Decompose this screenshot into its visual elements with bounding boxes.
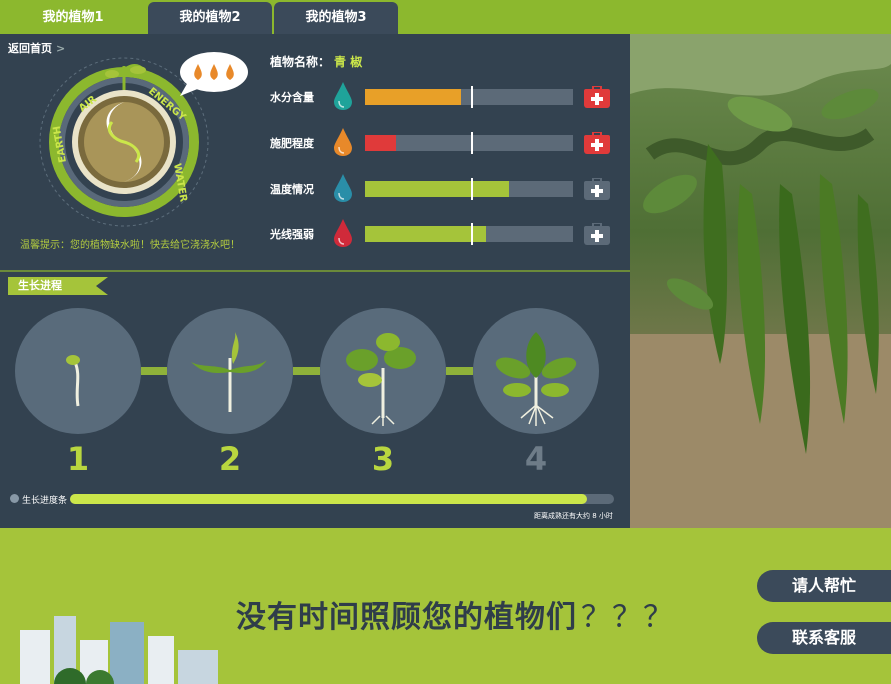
metric-threshold-marker: [471, 223, 474, 245]
tab-bar: 我的植物1 我的植物2 我的植物3: [0, 0, 891, 34]
metric-threshold-marker: [471, 178, 474, 200]
mature-plant-icon: [495, 332, 577, 426]
growth-progress-bar: [70, 494, 614, 504]
plant-name-row: 植物名称：青 椒: [270, 53, 362, 70]
tab-my-plant-2[interactable]: 我的植物2: [148, 2, 272, 34]
promo-headline-suffix: ？？？: [581, 600, 674, 635]
seedling-icon: [191, 332, 267, 412]
growth-section-title: 生长进程: [8, 277, 108, 295]
metric-bar-fill: [365, 135, 397, 151]
stage-connector: [446, 367, 473, 375]
metric-bar: [365, 132, 573, 154]
plant-name-label: 植物名称：: [270, 55, 331, 69]
growth-stage-2[interactable]: [167, 308, 293, 434]
stage-number: 2: [218, 440, 242, 478]
first-aid-kit-icon[interactable]: [584, 178, 610, 200]
first-aid-kit-icon[interactable]: [584, 86, 610, 108]
plant-name-value: 青 椒: [334, 55, 363, 69]
metric-label: 水分含量: [270, 91, 314, 104]
water-drop-icon: [334, 219, 352, 247]
thirst-bubble-icon: [180, 52, 248, 96]
growth-progress-fill: [70, 494, 587, 504]
metric-bar: [365, 223, 573, 245]
metric-threshold-marker: [471, 132, 474, 154]
young-plant-icon: [346, 333, 416, 426]
stage-number: 3: [371, 440, 395, 478]
metric-bar-fill: [365, 89, 461, 105]
metric-bar-fill: [365, 181, 509, 197]
promo-headline: 没有时间照顾您的植物们？？？: [236, 592, 674, 636]
tab-my-plant-3[interactable]: 我的植物3: [274, 2, 398, 34]
stage-connector: [293, 367, 320, 375]
growth-stage-1[interactable]: [15, 308, 141, 434]
first-aid-kit-icon[interactable]: [584, 223, 610, 245]
water-drop-icon: [334, 82, 352, 110]
section-divider: [0, 270, 630, 272]
watering-tip: 温馨提示：您的植物缺水啦！快去给它浇浇水吧！: [20, 240, 240, 251]
metric-bar: [365, 86, 573, 108]
plant-photo: [630, 34, 891, 528]
growth-stage-4[interactable]: [473, 308, 599, 434]
metric-label: 施肥程度: [270, 137, 314, 150]
sprout-icon: [66, 355, 80, 407]
metric-threshold-marker: [471, 86, 474, 108]
metric-bar-fill: [365, 226, 486, 242]
contact-support-button[interactable]: 联系客服: [757, 622, 891, 654]
tab-my-plant-1[interactable]: 我的植物1: [0, 2, 146, 34]
metric-label: 光线强弱: [270, 228, 314, 241]
pepper-plant-image: [630, 34, 891, 528]
promo-headline-text: 没有时间照顾您的植物们: [236, 600, 577, 635]
metric-bar: [365, 178, 573, 200]
metric-label: 温度情况: [270, 183, 314, 196]
stage-connector: [141, 367, 167, 375]
city-skyline-icon: [20, 616, 218, 684]
growth-stage-3[interactable]: [320, 308, 446, 434]
water-drop-icon: [334, 128, 352, 156]
progress-dot-icon: [10, 494, 19, 503]
water-drop-icon: [334, 174, 352, 202]
first-aid-kit-icon[interactable]: [584, 132, 610, 154]
ask-for-help-button[interactable]: 请人帮忙: [757, 570, 891, 602]
stage-number: 1: [66, 440, 90, 478]
maturity-eta: 距离成熟还有大约 8 小时: [534, 512, 613, 520]
stage-number: 4: [524, 440, 548, 478]
growth-progress-label: 生长进度条: [22, 496, 68, 506]
